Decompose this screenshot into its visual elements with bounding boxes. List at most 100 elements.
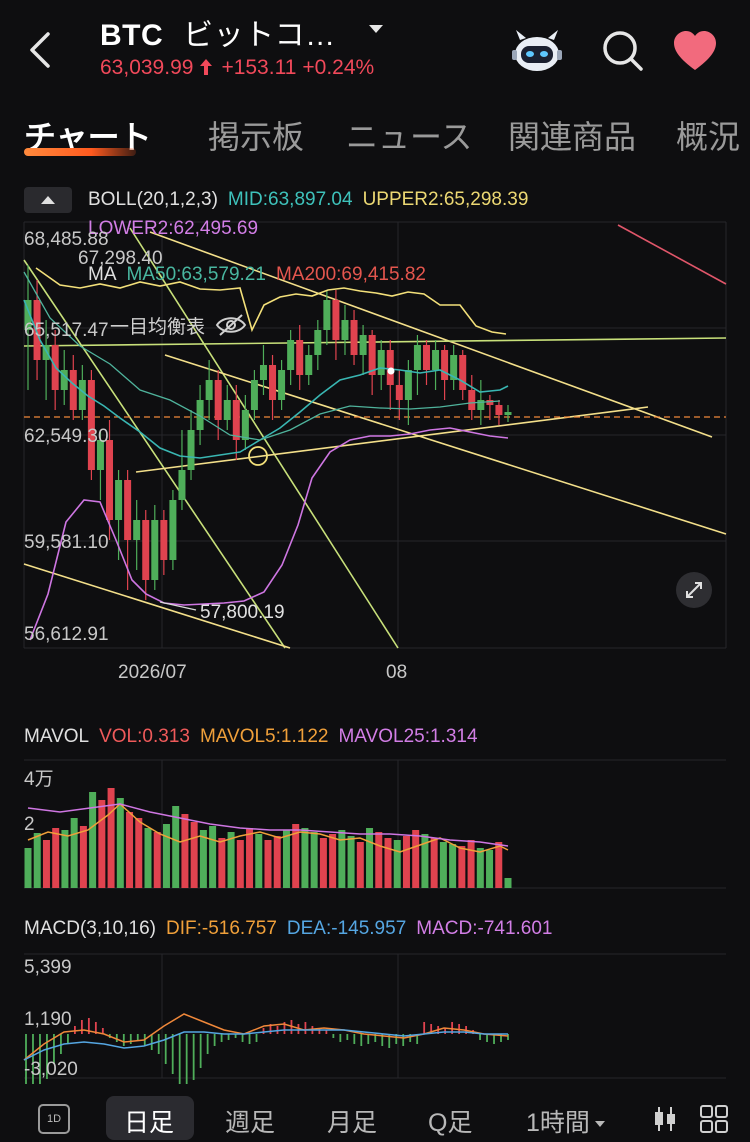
price-quote: 63,039.99 +153.11 +0.24% <box>100 56 380 80</box>
back-icon[interactable] <box>22 28 58 72</box>
volume-bar <box>356 842 364 888</box>
volume-bar <box>227 832 235 888</box>
ma50-value: MA50:63,579.21 <box>126 264 266 285</box>
candle-body <box>459 355 467 390</box>
mavol-legend[interactable]: MAVOL VOL:0.313 MAVOL5:1.122 MAVOL25:1.314 <box>24 726 488 748</box>
price-axis-label: 56,612.91 <box>24 624 109 645</box>
candle-body <box>350 320 358 355</box>
ma200-value: MA200:69,415.82 <box>275 264 426 285</box>
candle-body <box>187 430 195 470</box>
time-axis-label: 08 <box>386 662 408 683</box>
volume-bar <box>126 812 134 888</box>
candle-body <box>314 330 322 355</box>
dea-value: DEA:-145.957 <box>286 918 407 939</box>
ichimoku-label[interactable]: 一目均衡表 <box>110 312 247 339</box>
candle-body <box>169 500 177 560</box>
volume-bar <box>393 840 401 888</box>
volume-bar <box>384 838 392 888</box>
macd-legend[interactable]: MACD(3,10,16) DIF:-516.757 DEA:-145.957 MAC… <box>24 918 563 940</box>
last-price: 63,039.99 <box>100 56 194 79</box>
tab-overview[interactable]: 概況 <box>676 112 740 158</box>
candle-body <box>359 335 367 355</box>
vol-value: VOL:0.313 <box>99 726 190 747</box>
intraday-button[interactable]: 1D <box>38 1104 70 1134</box>
ma-legend[interactable]: MA MA50:63,579.21 MA200:69,415.82 <box>88 264 436 286</box>
volume-bar <box>52 828 60 888</box>
volume-bar <box>449 844 457 888</box>
period-quarterly[interactable]: Q足 <box>428 1103 472 1139</box>
period-weekly[interactable]: 週足 <box>225 1103 275 1139</box>
candle-body <box>115 480 123 520</box>
volume-bar <box>135 818 143 888</box>
volume-bar <box>24 848 32 888</box>
volume-bar <box>98 800 106 888</box>
instrument-title[interactable]: BTC ビットコ… <box>100 10 336 54</box>
chevron-down-icon[interactable] <box>367 22 385 36</box>
tab-board[interactable]: 掲示板 <box>208 112 304 158</box>
volume-chart[interactable] <box>0 756 750 892</box>
candle-body <box>504 412 512 415</box>
tab-news[interactable]: ニュース <box>346 112 472 158</box>
volume-bar <box>236 840 244 888</box>
volume-bar <box>61 830 69 888</box>
candle-body <box>341 320 349 340</box>
candle-body <box>151 520 159 580</box>
period-hourly[interactable]: 1時間 <box>526 1103 606 1139</box>
heart-icon[interactable] <box>672 30 718 72</box>
grid-layout-icon[interactable] <box>698 1104 730 1134</box>
volume-bar <box>79 826 87 888</box>
candle-body <box>368 335 376 375</box>
macd-value: MACD:-741.601 <box>416 918 553 939</box>
candle-body <box>223 400 231 420</box>
expand-chart-button[interactable] <box>676 572 712 608</box>
period-daily[interactable]: 日足 <box>124 1103 174 1139</box>
mavol5-value: MAVOL5:1.122 <box>199 726 329 747</box>
candle-body <box>160 520 168 560</box>
dea-line <box>23 1029 508 1061</box>
expand-icon <box>686 582 702 598</box>
time-axis-label: 2026/07 <box>118 662 187 683</box>
boll-legend[interactable]: BOLL(20,1,2,3) MID:63,897.04 UPPER2:65,298… <box>88 189 538 211</box>
instrument-name: ビットコ… <box>183 19 336 52</box>
collapse-indicators-button[interactable] <box>24 187 72 213</box>
period-monthly[interactable]: 月足 <box>327 1103 377 1139</box>
symbol: BTC <box>100 19 164 52</box>
volume-bar <box>70 818 78 888</box>
volume-bar <box>338 830 346 888</box>
volume-bar <box>181 814 189 888</box>
boll-label: BOLL(20,1,2,3) <box>88 189 218 210</box>
tab-related[interactable]: 関連商品 <box>508 112 636 158</box>
dif-line <box>23 1013 509 1061</box>
candle-style-icon[interactable] <box>650 1104 680 1134</box>
candle-body <box>468 390 476 410</box>
candle-body <box>413 345 421 370</box>
mavol-label: MAVOL <box>24 726 90 747</box>
candle-body <box>332 300 340 340</box>
price-axis-label: 59,581.10 <box>24 532 109 553</box>
active-tab-indicator <box>24 148 136 156</box>
volume-bar <box>458 846 466 888</box>
eye-off-icon[interactable] <box>215 313 247 337</box>
drawing-anchor-marker <box>387 367 395 375</box>
arrow-up-icon <box>200 59 213 75</box>
boll-lower2: LOWER2:62,495.69 <box>88 218 259 239</box>
search-icon[interactable] <box>600 28 646 74</box>
candle-body <box>87 380 95 470</box>
ichimoku-text: 一目均衡表 <box>110 317 206 338</box>
volume-bar <box>412 830 420 888</box>
candle-body <box>278 370 286 400</box>
macd-histogram <box>25 1018 509 1084</box>
volume-bar <box>310 832 318 888</box>
candle-body <box>386 350 394 385</box>
macd-axis-label: 1,190 <box>24 1009 72 1030</box>
robot-icon[interactable] <box>510 28 564 74</box>
volume-bar <box>347 836 355 888</box>
candle-body <box>404 370 412 400</box>
macd-axis-label: 5,399 <box>24 957 72 978</box>
candle-body <box>124 480 132 540</box>
chevron-up-icon <box>41 196 55 204</box>
macd-chart[interactable] <box>0 950 750 1084</box>
candle-body <box>441 350 449 380</box>
volume-bar <box>319 838 327 888</box>
mavol25-value: MAVOL25:1.314 <box>338 726 478 747</box>
